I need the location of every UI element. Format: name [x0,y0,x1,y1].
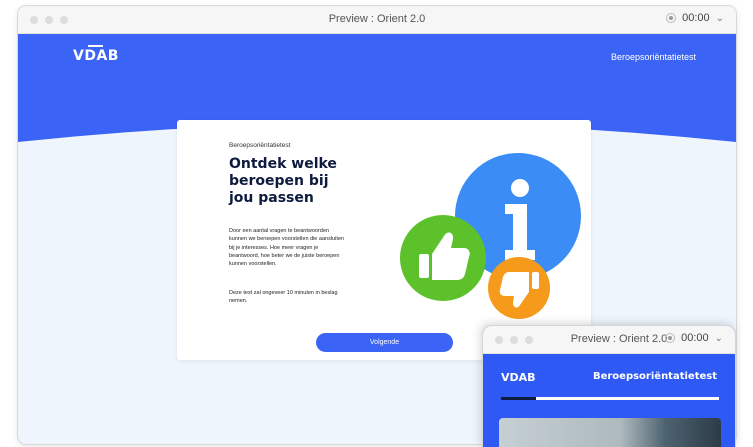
window-title: Preview : Orient 2.0 [328,13,426,25]
record-icon [666,13,677,23]
feedback-illustration [400,153,581,319]
timer-text: 00:00 [682,12,710,24]
mini-content: VDAB Beroepsoriëntatietest [483,354,735,447]
thumbs-up-icon [400,215,486,301]
chevron-down-icon: ⌄ [715,12,724,24]
card-duration-text: Deze test zal ongeveer 10 minuten in bes… [229,290,338,305]
card-headline: Ontdek welke beroepen bij jou passen [229,156,337,206]
mini-titlebar: Preview : Orient 2.0 00:00 ⌄ [483,326,735,354]
card-paragraph: Door een aantal vragen te beantwoorden k… [229,228,344,268]
record-icon [665,333,676,343]
mobile-preview-window: Preview : Orient 2.0 00:00 ⌄ VDAB Beroep… [483,326,735,447]
window-titlebar: Preview : Orient 2.0 00:00 ⌄ [18,6,736,34]
mini-vdab-logo[interactable]: VDAB [501,371,536,384]
chevron-down-icon: ⌄ [714,332,723,344]
header-photo [499,418,721,447]
intro-card: Beroepsoriëntatietest Ontdek welke beroe… [177,120,591,360]
vdab-logo[interactable]: VDAB [73,45,119,64]
mini-recording-timer[interactable]: 00:00 ⌄ [665,332,723,344]
card-eyebrow: Beroepsoriëntatietest [229,142,291,149]
progress-bar [501,397,719,400]
mini-heading: Beroepsoriëntatietest [592,371,717,382]
nav-link-test[interactable]: Beroepsoriëntatietest [611,52,696,62]
mini-close-dot[interactable] [495,336,503,344]
next-button[interactable]: Volgende [316,333,453,352]
thumbs-down-icon [488,257,550,319]
recording-timer[interactable]: 00:00 ⌄ [666,12,724,24]
mini-timer-text: 00:00 [681,332,709,344]
progress-fill [501,397,536,400]
